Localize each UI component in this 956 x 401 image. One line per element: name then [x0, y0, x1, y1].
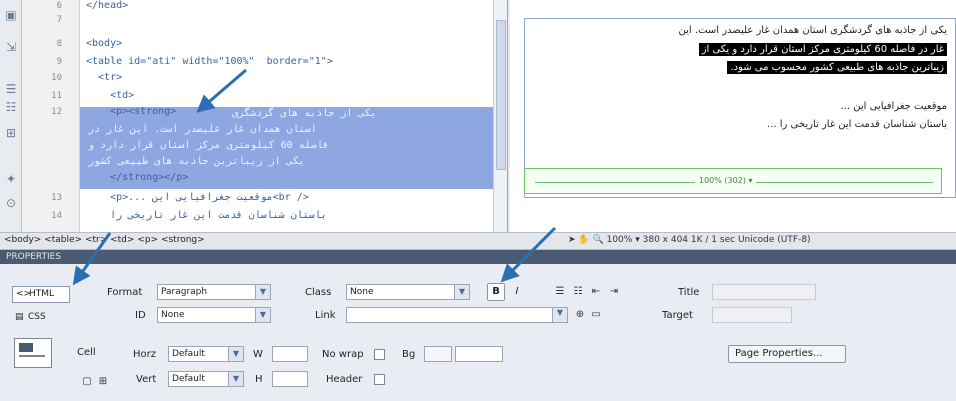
annotation-arrows: [72, 68, 557, 286]
arrow-to-html-button: [72, 232, 112, 286]
arrow-to-strong-tag: [196, 68, 247, 113]
arrow-to-bold-button: [500, 226, 557, 283]
